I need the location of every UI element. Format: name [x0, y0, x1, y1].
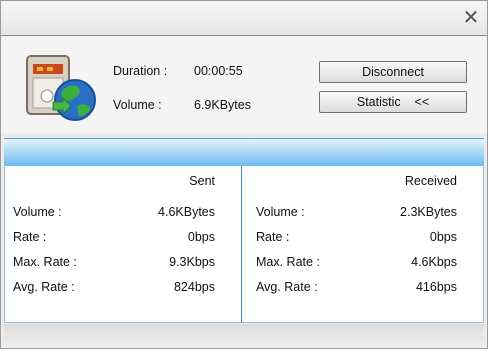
received-max-rate-value: 4.6Kbps [411, 255, 457, 269]
connection-summary-panel: Duration : 00:00:55 Volume : 6.9KBytes D… [1, 36, 487, 133]
sent-volume-value: 4.6KBytes [158, 205, 215, 219]
statistics-header-band [4, 138, 484, 167]
volume-value: 6.9KBytes [194, 98, 251, 112]
received-avg-rate-value: 416bps [415, 280, 457, 294]
disconnect-button[interactable]: Disconnect [319, 61, 467, 83]
sent-header: Sent [189, 174, 215, 188]
sent-max-rate-label: Max. Rate : [13, 255, 77, 269]
volume-label: Volume : [113, 98, 162, 112]
title-bar: ✕ [1, 1, 487, 36]
column-divider [241, 166, 242, 323]
received-max-rate-label: Max. Rate : [256, 255, 320, 269]
sent-avg-rate-label: Avg. Rate : [13, 280, 75, 294]
statistic-toggle-button[interactable]: Statistic << [319, 91, 467, 113]
received-volume-label: Volume : [256, 205, 305, 219]
connection-status-window: ✕ Duration : 00:00:55 Volume : 6.9KBytes… [0, 0, 488, 349]
bottom-strip [4, 324, 484, 345]
sent-max-rate-value: 9.3Kbps [169, 255, 215, 269]
duration-label: Duration : [113, 64, 168, 78]
received-header: Received [404, 174, 457, 188]
duration-value: 00:00:55 [194, 64, 243, 78]
sent-rate-label: Rate : [13, 230, 47, 244]
received-rate-label: Rate : [256, 230, 290, 244]
sent-rate-value: 0bps [187, 230, 215, 244]
sent-volume-label: Volume : [13, 205, 62, 219]
received-avg-rate-label: Avg. Rate : [256, 280, 318, 294]
received-rate-value: 0bps [429, 230, 457, 244]
statistics-panel: Sent Volume : 4.6KBytes Rate : 0bps Max.… [4, 166, 484, 323]
close-icon[interactable]: ✕ [461, 8, 481, 28]
received-volume-value: 2.3KBytes [400, 205, 457, 219]
sent-avg-rate-value: 824bps [173, 280, 215, 294]
network-globe-icon [26, 55, 96, 121]
